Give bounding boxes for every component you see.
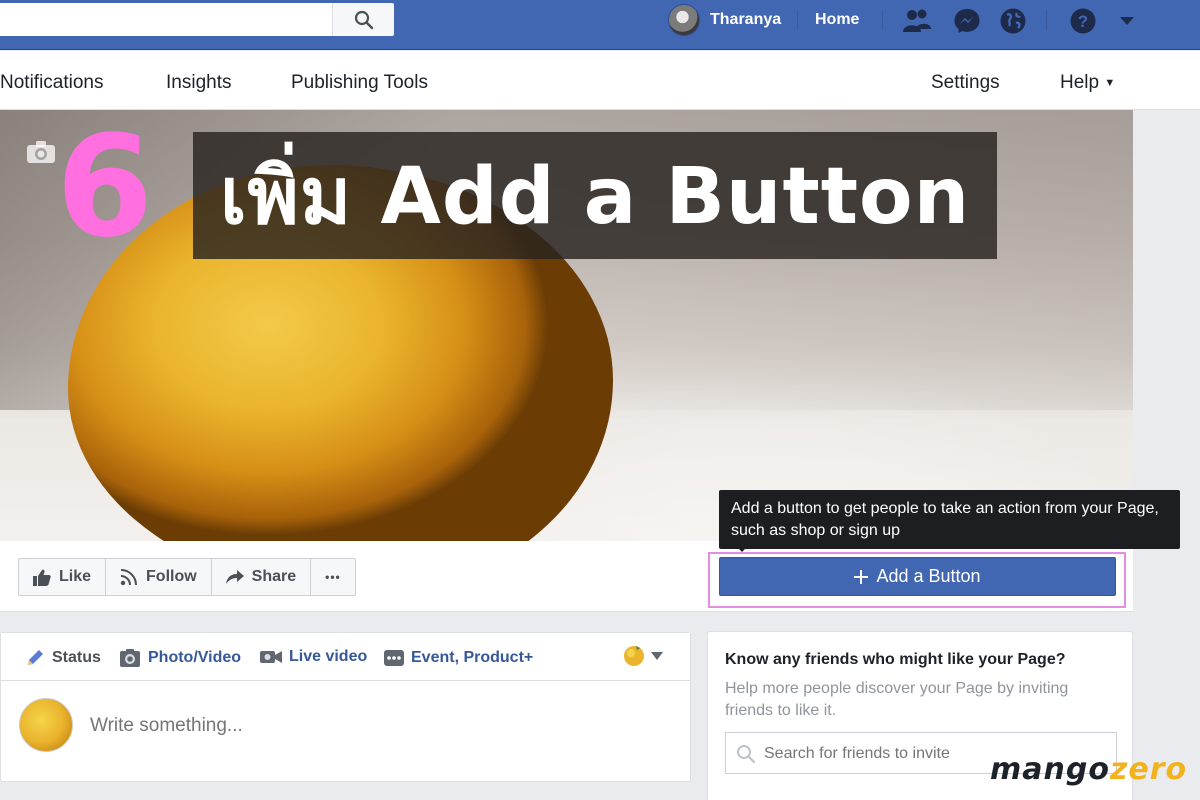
friend-requests-icon[interactable] xyxy=(902,6,932,36)
follow-label: Follow xyxy=(146,568,197,585)
help-icon[interactable]: ? xyxy=(1068,6,1098,36)
thumbs-up-icon xyxy=(33,569,51,586)
like-label: Like xyxy=(59,568,92,585)
notifications-globe-icon[interactable] xyxy=(998,6,1028,36)
tab-status-label: Status xyxy=(52,649,101,666)
add-a-button[interactable]: Add a Button xyxy=(719,557,1116,596)
write-something-input[interactable] xyxy=(90,713,650,739)
overlay-title-box: เพิ่ม Add a Button xyxy=(193,132,997,259)
search-icon xyxy=(737,745,756,764)
nav-settings[interactable]: Settings xyxy=(931,72,1000,94)
share-arrow-icon xyxy=(225,570,244,584)
invite-title: Know any friends who might like your Pag… xyxy=(725,651,1066,668)
divider xyxy=(797,10,798,30)
tab-live-video-label: Live video xyxy=(289,648,368,665)
nav-help-label: Help xyxy=(1060,72,1100,93)
more-options-button[interactable]: ••• xyxy=(311,559,355,595)
post-composer: Status Photo/Video Live video Event, Pro… xyxy=(0,632,691,782)
camera-icon[interactable] xyxy=(26,140,56,164)
nav-insights[interactable]: Insights xyxy=(166,72,231,94)
pencil-icon xyxy=(28,650,43,665)
invite-description: Help more people discover your Page by i… xyxy=(725,680,1069,719)
add-button-tooltip: Add a button to get people to take an ac… xyxy=(719,490,1180,549)
mangozero-watermark: mangozero xyxy=(990,752,1187,787)
caret-down-icon: ▼ xyxy=(1104,77,1116,89)
nav-help[interactable]: Help ▼ xyxy=(1060,72,1115,94)
share-button[interactable]: Share xyxy=(212,559,312,595)
messenger-icon[interactable] xyxy=(952,6,982,36)
user-avatar[interactable] xyxy=(668,4,700,36)
tab-status[interactable]: Status xyxy=(25,648,101,668)
more-dots-icon: ••• xyxy=(325,570,341,584)
add-a-button-label: Add a Button xyxy=(876,566,981,586)
search-input[interactable] xyxy=(0,3,332,36)
video-camera-icon xyxy=(260,651,282,663)
chevron-down-icon[interactable] xyxy=(1112,6,1142,36)
page-nav: Notifications Insights Publishing Tools … xyxy=(0,51,1200,110)
top-bar: Tharanya Home ? xyxy=(0,0,1200,50)
tab-photo-video-label: Photo/Video xyxy=(148,649,242,666)
svg-text:?: ? xyxy=(1078,12,1088,31)
page-actions-group: Like Follow Share ••• xyxy=(18,558,356,596)
divider xyxy=(1046,10,1047,30)
watermark-part-2: zero xyxy=(1109,752,1188,787)
user-name-link[interactable]: Tharanya xyxy=(710,11,781,29)
composer-tabs: Status Photo/Video Live video Event, Pro… xyxy=(1,633,690,681)
rss-icon xyxy=(120,569,138,586)
tab-event-product-label: Event, Product+ xyxy=(411,649,534,666)
plus-icon xyxy=(854,569,869,584)
share-label: Share xyxy=(251,568,297,585)
tab-event-product[interactable]: Event, Product+ xyxy=(384,648,533,668)
tab-live-video[interactable]: Live video xyxy=(260,648,367,666)
tab-photo-video[interactable]: Photo/Video xyxy=(119,648,241,668)
page-identity-selector[interactable] xyxy=(623,645,663,667)
more-apps-icon xyxy=(384,650,404,666)
nav-publishing-tools[interactable]: Publishing Tools xyxy=(291,72,428,94)
page-avatar xyxy=(19,698,73,752)
overlay-title: เพิ่ม Add a Button xyxy=(219,151,971,242)
mango-avatar-icon xyxy=(624,646,644,666)
like-button[interactable]: Like xyxy=(19,559,107,595)
divider xyxy=(882,10,883,30)
nav-notifications[interactable]: Notifications xyxy=(0,72,104,94)
search-button[interactable] xyxy=(332,3,394,36)
home-link[interactable]: Home xyxy=(815,11,859,29)
follow-button[interactable]: Follow xyxy=(106,559,212,595)
watermark-part-1: mango xyxy=(990,752,1110,787)
caret-down-icon xyxy=(651,652,663,660)
camera-icon xyxy=(120,649,140,667)
step-number: 6 xyxy=(56,106,153,269)
search-icon xyxy=(354,10,373,29)
